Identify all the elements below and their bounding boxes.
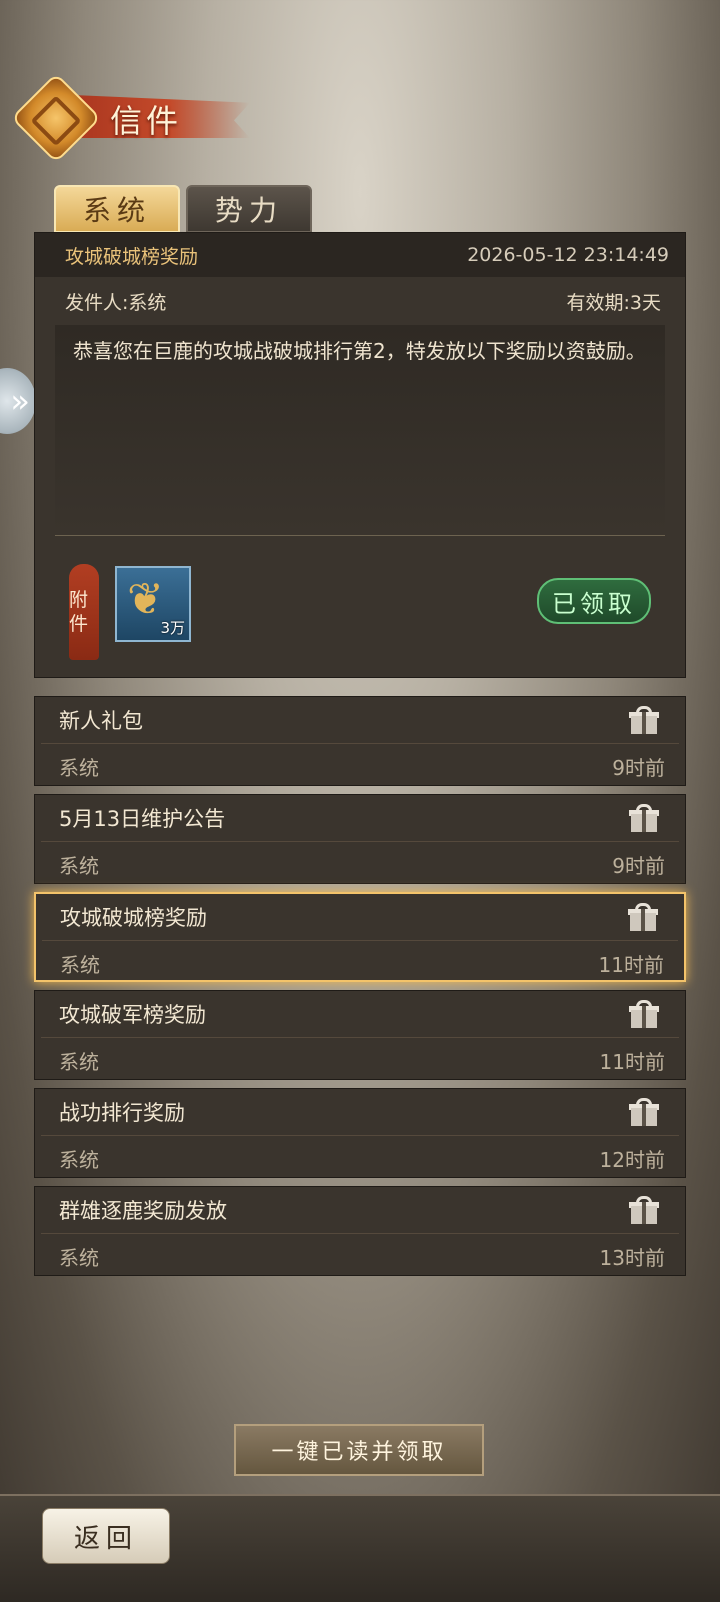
mail-row-bottom: 系统 11时前 — [41, 1038, 679, 1082]
mail-list-item[interactable]: 攻城破军榜奖励 系统 11时前 — [34, 990, 686, 1080]
mail-time: 13时前 — [599, 1245, 665, 1270]
mail-time: 9时前 — [612, 853, 665, 878]
attachment-tag-label: 附件 — [69, 589, 89, 635]
detail-subject: 攻城破城榜奖励 — [65, 245, 199, 268]
claimed-button[interactable]: 已领取 — [537, 578, 651, 624]
page-title: 信件 — [110, 102, 183, 140]
mail-sender: 系统 — [60, 952, 100, 977]
double-chevron-right-icon: » — [10, 382, 30, 420]
mail-row-top: 5月13日维护公告 — [41, 795, 679, 842]
gift-icon — [629, 706, 659, 734]
mail-list-item[interactable]: 攻城破城榜奖励 系统 11时前 — [34, 892, 686, 982]
mail-list-item[interactable]: 群雄逐鹿奖励发放 系统 13时前 — [34, 1186, 686, 1276]
mail-sender: 系统 — [59, 853, 99, 878]
mail-title: 攻城破城榜奖励 — [60, 906, 207, 930]
detail-validity: 有效期:3天 — [566, 291, 662, 314]
detail-topbar: 攻城破城榜奖励 2026-05-12 23:14:49 — [35, 233, 685, 277]
mail-row-bottom: 系统 13时前 — [41, 1234, 679, 1278]
mail-row-bottom: 系统 12时前 — [41, 1136, 679, 1180]
back-button[interactable]: 返回 — [42, 1508, 170, 1564]
grain-bundle-icon: ❦ — [127, 574, 164, 625]
gift-icon — [629, 1098, 659, 1126]
page-header: 信件 — [10, 72, 250, 164]
detail-meta: 发件人:系统 有效期:3天 — [35, 277, 685, 325]
mail-sender: 系统 — [59, 1049, 99, 1074]
mail-tabs: 系统 势力 — [54, 185, 312, 233]
mail-detail-panel: 攻城破城榜奖励 2026-05-12 23:14:49 发件人:系统 有效期:3… — [34, 232, 686, 678]
side-expand-arrow[interactable]: » — [0, 368, 36, 434]
attachment-tag: 附件 — [69, 564, 99, 660]
mail-title: 战功排行奖励 — [59, 1101, 185, 1125]
mail-title: 攻城破军榜奖励 — [59, 1003, 206, 1027]
mail-time: 9时前 — [612, 755, 665, 780]
tab-system[interactable]: 系统 — [54, 185, 180, 233]
attachment-area: 附件 ❦ 3万 已领取 — [35, 536, 685, 676]
attachment-item[interactable]: ❦ 3万 — [115, 566, 191, 642]
mail-title: 群雄逐鹿奖励发放 — [59, 1199, 227, 1223]
mail-row-bottom: 系统 9时前 — [41, 744, 679, 788]
attachment-quantity: 3万 — [160, 619, 185, 637]
tab-faction[interactable]: 势力 — [186, 185, 312, 233]
detail-datetime: 2026-05-12 23:14:49 — [467, 244, 669, 266]
mail-list-item[interactable]: 新人礼包系统 9时前 — [34, 696, 686, 786]
mail-row-bottom: 系统 11时前 — [42, 941, 678, 985]
mail-time: 12时前 — [599, 1147, 665, 1172]
detail-body: 恭喜您在巨鹿的攻城战破城排行第2，特发放以下奖励以资鼓励。 — [55, 325, 665, 535]
mail-title: 新人礼包 — [59, 709, 143, 733]
gift-icon — [629, 1196, 659, 1224]
gift-icon — [629, 804, 659, 832]
mail-time: 11时前 — [598, 952, 664, 977]
gift-icon — [628, 903, 658, 931]
read-all-claim-button[interactable]: 一键已读并领取 — [234, 1424, 484, 1476]
mail-title: 5月13日维护公告 — [59, 807, 226, 831]
mail-time: 11时前 — [599, 1049, 665, 1074]
mail-sender: 系统 — [59, 755, 99, 780]
mail-row-top: 攻城破军榜奖励 — [41, 991, 679, 1038]
gift-icon — [629, 1000, 659, 1028]
mail-list-item[interactable]: 5月13日维护公告 系统 9时前 — [34, 794, 686, 884]
mail-row-top: 新人礼包 — [41, 697, 679, 744]
mail-emblem-icon — [10, 72, 102, 164]
detail-sender: 发件人:系统 — [65, 291, 167, 314]
mail-row-top: 攻城破城榜奖励 — [42, 894, 678, 941]
mail-list-item[interactable]: 战功排行奖励 系统 12时前 — [34, 1088, 686, 1178]
mail-sender: 系统 — [59, 1245, 99, 1270]
mail-sender: 系统 — [59, 1147, 99, 1172]
mail-row-top: 战功排行奖励 — [41, 1089, 679, 1136]
mail-row-top: 群雄逐鹿奖励发放 — [41, 1187, 679, 1234]
mail-row-bottom: 系统 9时前 — [41, 842, 679, 886]
